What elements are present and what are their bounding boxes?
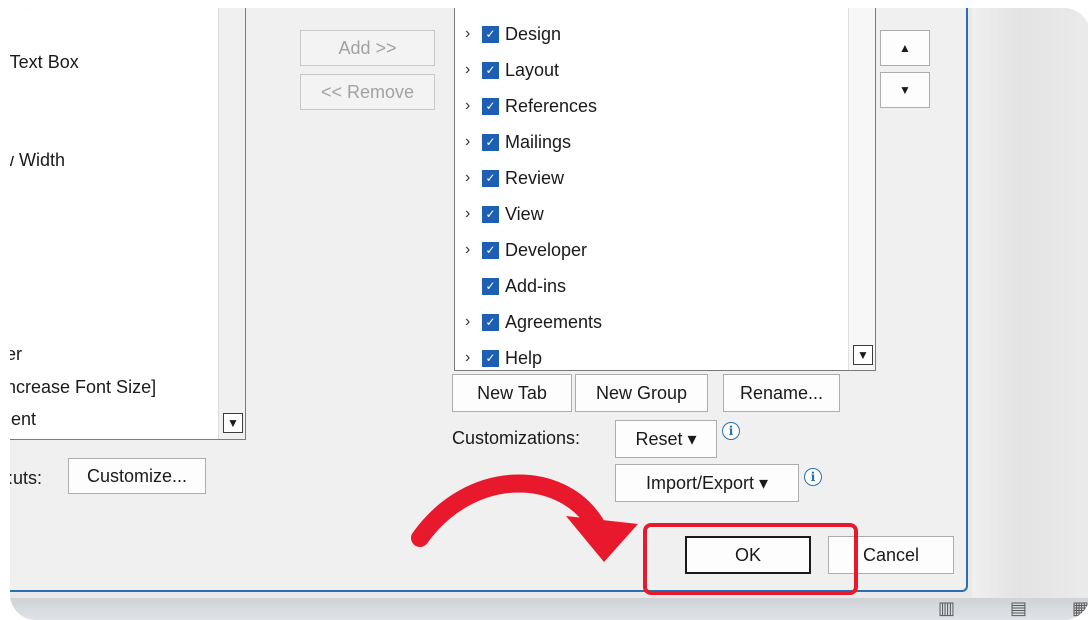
checkbox[interactable]: ✓: [482, 169, 499, 187]
chevron-right-icon[interactable]: ›: [465, 169, 479, 187]
list-item[interactable]: w Width: [10, 150, 65, 171]
customize-shortcuts-button[interactable]: Customize...: [68, 458, 206, 494]
list-item[interactable]: › ✓ Mailings: [465, 127, 571, 157]
screenshot-frame: ▥ ▤ ▦ l Text Box w Width I⌄ |› s I⌄ ter …: [10, 8, 1088, 620]
checkbox[interactable]: ✓: [482, 61, 499, 79]
scroll-down-button[interactable]: ▼: [853, 345, 873, 365]
new-tab-button[interactable]: New Tab: [452, 374, 572, 412]
reset-dropdown-button[interactable]: Reset ▾: [615, 420, 717, 458]
list-item[interactable]: › ✓ Layout: [465, 55, 559, 85]
list-item[interactable]: › ✓ Design: [465, 19, 561, 49]
window-background-right: [972, 8, 1088, 620]
checkbox[interactable]: ✓: [482, 97, 499, 115]
list-item[interactable]: ✓ Add-ins: [465, 271, 566, 301]
checkbox[interactable]: ✓: [482, 25, 499, 43]
chevron-right-icon[interactable]: ›: [465, 349, 479, 367]
list-item[interactable]: › ✓ Review: [465, 163, 564, 193]
read-mode-icon[interactable]: ▥: [938, 598, 955, 619]
info-icon[interactable]: i: [722, 422, 740, 440]
checkbox[interactable]: ✓: [482, 241, 499, 259]
keyboard-shortcuts-label: :uts:: [10, 468, 43, 488]
checkbox[interactable]: ✓: [482, 277, 499, 295]
list-item[interactable]: › ✓ Agreements: [465, 307, 602, 337]
checkbox[interactable]: ✓: [482, 313, 499, 331]
print-layout-icon[interactable]: ▤: [1010, 598, 1027, 619]
ok-highlight-box: [643, 523, 858, 595]
tabs-tree-scrollbar[interactable]: ▼: [848, 8, 875, 370]
add-button[interactable]: Add >>: [300, 30, 435, 66]
triangle-up-icon: ▲: [899, 41, 911, 55]
chevron-right-icon[interactable]: ›: [465, 313, 479, 331]
list-item[interactable]: › ✓ Developer: [465, 235, 587, 265]
new-group-button[interactable]: New Group: [575, 374, 708, 412]
info-icon[interactable]: i: [804, 468, 822, 486]
chevron-right-icon[interactable]: ›: [465, 133, 479, 151]
triangle-down-icon: ▼: [899, 83, 911, 97]
list-item[interactable]: › ✓ References: [465, 91, 597, 121]
chevron-down-icon: ▼: [227, 416, 239, 430]
customizations-label: Customizations:: [452, 428, 581, 448]
checkbox[interactable]: ✓: [482, 133, 499, 151]
chevron-right-icon[interactable]: ›: [465, 241, 479, 259]
list-item[interactable]: ter: [10, 344, 22, 365]
annotation-arrow-icon: [411, 474, 638, 562]
commands-list[interactable]: l Text Box w Width I⌄ |› s I⌄ ter Increa…: [10, 8, 246, 440]
rename-button[interactable]: Rename...: [723, 374, 840, 412]
move-down-button[interactable]: ▼: [880, 72, 930, 108]
list-item[interactable]: › ✓ Help: [465, 343, 542, 373]
list-item[interactable]: nent: [10, 409, 36, 430]
chevron-right-icon[interactable]: ›: [465, 97, 479, 115]
chevron-right-icon[interactable]: ›: [465, 61, 479, 79]
chevron-right-icon[interactable]: ›: [465, 25, 479, 43]
list-item[interactable]: l Text Box: [10, 52, 79, 73]
checkbox[interactable]: ✓: [482, 205, 499, 223]
chevron-right-icon[interactable]: ›: [465, 205, 479, 223]
remove-button[interactable]: << Remove: [300, 74, 435, 110]
move-up-button[interactable]: ▲: [880, 30, 930, 66]
chevron-down-icon: ▼: [857, 348, 869, 362]
scroll-down-button[interactable]: ▼: [223, 413, 243, 433]
commands-list-scrollbar[interactable]: ▼: [218, 8, 245, 439]
web-layout-icon[interactable]: ▦: [1072, 598, 1088, 619]
checkbox[interactable]: ✓: [482, 349, 499, 367]
list-item[interactable]: Increase Font Size]: [10, 377, 156, 398]
list-item[interactable]: › ✓ View: [465, 199, 544, 229]
main-tabs-tree[interactable]: › ✓ Design › ✓ Layout › ✓ References › ✓ Mailing…: [454, 8, 876, 371]
